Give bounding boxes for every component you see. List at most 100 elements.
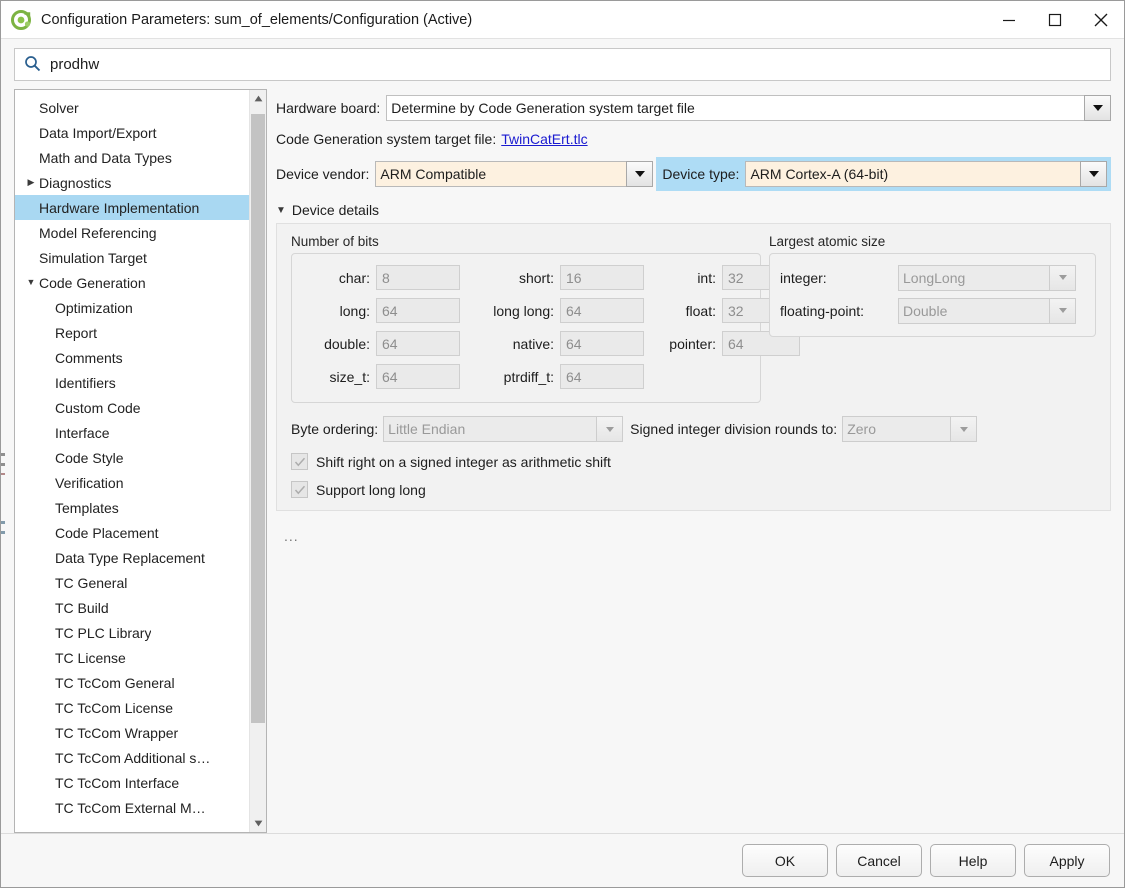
tree-item-code-style[interactable]: Code Style [15, 445, 249, 470]
maximize-button[interactable] [1032, 1, 1078, 38]
bit-field-input[interactable]: 16 [560, 265, 644, 290]
triangle-down-icon[interactable]: ▼ [23, 278, 39, 287]
minimize-button[interactable] [986, 1, 1032, 38]
close-button[interactable] [1078, 1, 1124, 38]
system-target-file-link[interactable]: TwinCatErt.tlc [501, 131, 587, 147]
atomic-size-label: floating-point: [780, 302, 865, 319]
signed-integer-division-label: Signed integer division rounds to: [630, 421, 838, 437]
checkbox[interactable] [291, 481, 308, 498]
tree-item-tc-general[interactable]: TC General [15, 570, 249, 595]
tree-item-hardware-implementation[interactable]: Hardware Implementation [15, 195, 249, 220]
tree-item-custom-code[interactable]: Custom Code [15, 395, 249, 420]
chevron-down-icon[interactable] [1049, 297, 1076, 324]
tree-item-diagnostics[interactable]: ▶ Diagnostics [15, 170, 249, 195]
overflow-indicator[interactable]: ... [284, 528, 1111, 544]
bit-field-label: double: [324, 335, 370, 352]
tree-item-tc-tccom-general[interactable]: TC TcCom General [15, 670, 249, 695]
apply-button[interactable]: Apply [1024, 844, 1110, 877]
tree-item-data-import-export[interactable]: Data Import/Export [15, 120, 249, 145]
tree-item-comments[interactable]: Comments [15, 345, 249, 370]
tree-scrollbar-thumb[interactable] [251, 114, 265, 723]
tree-item-label: Model Referencing [39, 224, 157, 241]
tree-item-code-placement[interactable]: Code Placement [15, 520, 249, 545]
device-type-dropdown[interactable]: ARM Cortex-A (64-bit) [745, 161, 1107, 187]
hardware-board-value: Determine by Code Generation system targ… [386, 95, 1084, 121]
background-window-artifact [1, 521, 5, 524]
atomic-size-dropdown[interactable]: Double [898, 297, 1076, 324]
tree-scrollbar[interactable] [249, 90, 266, 832]
tree-item-label: Diagnostics [39, 174, 112, 191]
dialog-footer: OK Cancel Help Apply [1, 833, 1124, 887]
tree-item-simulation-target[interactable]: Simulation Target [15, 245, 249, 270]
tree-item-tc-tccom-wrapper[interactable]: TC TcCom Wrapper [15, 720, 249, 745]
tree-item-label: TC Build [55, 599, 109, 616]
chevron-down-icon[interactable] [1080, 161, 1107, 187]
tree-item-templates[interactable]: Templates [15, 495, 249, 520]
help-button[interactable]: Help [930, 844, 1016, 877]
tree-item-tc-plc-library[interactable]: TC PLC Library [15, 620, 249, 645]
bit-field-input[interactable]: 8 [376, 265, 460, 290]
cancel-button[interactable]: Cancel [836, 844, 922, 877]
tree-item-identifiers[interactable]: Identifiers [15, 370, 249, 395]
bit-field-input[interactable]: 64 [376, 298, 460, 323]
chevron-down-icon[interactable] [596, 416, 624, 442]
checkbox[interactable] [291, 453, 308, 470]
atomic-size-row: integer: LongLong [780, 261, 1085, 294]
tree-item-optimization[interactable]: Optimization [15, 295, 249, 320]
bit-field-label: short: [518, 269, 554, 286]
tree-item-label: Math and Data Types [39, 149, 172, 166]
tree-item-data-type-replacement[interactable]: Data Type Replacement [15, 545, 249, 570]
tree-item-tc-tccom-license[interactable]: TC TcCom License [15, 695, 249, 720]
tree-item-tc-tccom-external-m[interactable]: TC TcCom External M… [15, 795, 249, 820]
chevron-down-icon[interactable] [950, 416, 978, 442]
device-vendor-dropdown[interactable]: ARM Compatible [375, 161, 654, 187]
signed-integer-division-dropdown[interactable]: Zero [842, 416, 978, 442]
tree-item-label: TC TcCom License [55, 699, 174, 716]
tree-item-label: Code Style [55, 449, 124, 466]
ok-button[interactable]: OK [742, 844, 828, 877]
tree-item-tc-tccom-additional-s[interactable]: TC TcCom Additional s… [15, 745, 249, 770]
scroll-up-arrow-icon[interactable] [250, 90, 266, 107]
device-details-label: Device details [291, 202, 380, 218]
bit-field-input[interactable]: 64 [560, 364, 644, 389]
number-of-bits-row: long: 64 long long: 64 float: 32 [302, 294, 800, 327]
checkmark-icon [294, 457, 305, 466]
bit-field-input[interactable]: 64 [376, 364, 460, 389]
tree-item-code-generation[interactable]: ▼ Code Generation [15, 270, 249, 295]
triangle-right-icon[interactable]: ▶ [23, 178, 39, 187]
background-window-artifact [1, 453, 5, 456]
scroll-down-arrow-icon[interactable] [250, 815, 266, 832]
hardware-board-dropdown[interactable]: Determine by Code Generation system targ… [386, 95, 1111, 121]
tree-item-tc-tccom-interface[interactable]: TC TcCom Interface [15, 770, 249, 795]
background-window-artifact [1, 531, 5, 534]
chevron-down-icon[interactable] [1049, 264, 1076, 291]
checkbox-row[interactable]: Support long long [291, 481, 1096, 498]
settings-pane: Hardware board: Determine by Code Genera… [267, 89, 1111, 833]
search-input-value: prodhw [50, 56, 100, 73]
byte-ordering-dropdown[interactable]: Little Endian [383, 416, 624, 442]
tree-item-tc-license[interactable]: TC License [15, 645, 249, 670]
tree-item-solver[interactable]: Solver [15, 95, 249, 120]
bit-field-label: long long: [493, 302, 554, 319]
tree-item-report[interactable]: Report [15, 320, 249, 345]
device-details-disclosure[interactable]: ▼ Device details [276, 202, 1111, 218]
search-input[interactable]: prodhw [14, 48, 1111, 81]
tree-item-tc-build[interactable]: TC Build [15, 595, 249, 620]
chevron-down-icon[interactable] [626, 161, 654, 187]
bit-field-input[interactable]: 64 [560, 331, 644, 356]
chevron-down-icon[interactable] [1084, 95, 1111, 121]
hardware-board-label: Hardware board: [276, 100, 381, 116]
triangle-down-icon: ▼ [276, 204, 286, 216]
tree-item-model-referencing[interactable]: Model Referencing [15, 220, 249, 245]
bit-field-input[interactable]: 64 [376, 331, 460, 356]
bit-field-input[interactable]: 64 [560, 298, 644, 323]
tree-item-interface[interactable]: Interface [15, 420, 249, 445]
number-of-bits-row: char: 8 short: 16 int: 32 [302, 261, 800, 294]
tree-scrollbar-track[interactable] [250, 107, 266, 815]
checkbox-row[interactable]: Shift right on a signed integer as arith… [291, 453, 1096, 470]
tree-item-label: Templates [55, 499, 119, 516]
tree-item-math-and-data-types[interactable]: Math and Data Types [15, 145, 249, 170]
byte-ordering-value: Little Endian [383, 416, 597, 442]
tree-item-verification[interactable]: Verification [15, 470, 249, 495]
atomic-size-dropdown[interactable]: LongLong [898, 264, 1076, 291]
